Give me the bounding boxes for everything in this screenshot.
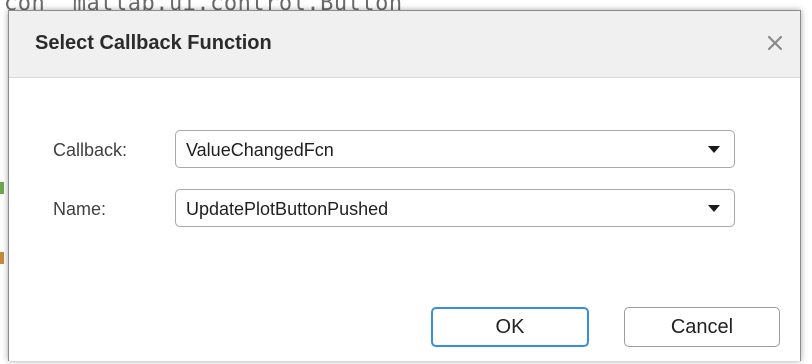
dialog-title: Select Callback Function bbox=[35, 32, 272, 54]
caret-down-icon bbox=[708, 205, 720, 212]
dialog-content: Callback: ValueChangedFcn Name: UpdatePl… bbox=[9, 78, 800, 361]
callback-label: Callback: bbox=[53, 140, 128, 160]
dialog-titlebar: Select Callback Function bbox=[9, 11, 800, 78]
caret-down-icon bbox=[708, 146, 720, 153]
select-callback-dialog: Select Callback Function Callback: Value… bbox=[8, 10, 801, 361]
name-dropdown[interactable]: UpdatePlotButtonPushed bbox=[175, 189, 735, 227]
close-button[interactable] bbox=[760, 27, 790, 59]
cancel-button[interactable]: Cancel bbox=[624, 307, 780, 347]
name-label: Name: bbox=[53, 199, 107, 219]
gutter-marker bbox=[0, 182, 4, 194]
callback-dropdown-value: ValueChangedFcn bbox=[186, 140, 334, 160]
gutter-marker bbox=[0, 252, 4, 264]
ok-button[interactable]: OK bbox=[431, 307, 589, 347]
callback-dropdown[interactable]: ValueChangedFcn bbox=[175, 130, 735, 168]
name-row: Name: UpdatePlotButtonPushed bbox=[9, 189, 800, 229]
callback-row: Callback: ValueChangedFcn bbox=[9, 130, 800, 170]
name-dropdown-value: UpdatePlotButtonPushed bbox=[186, 199, 389, 219]
close-icon bbox=[767, 35, 783, 51]
